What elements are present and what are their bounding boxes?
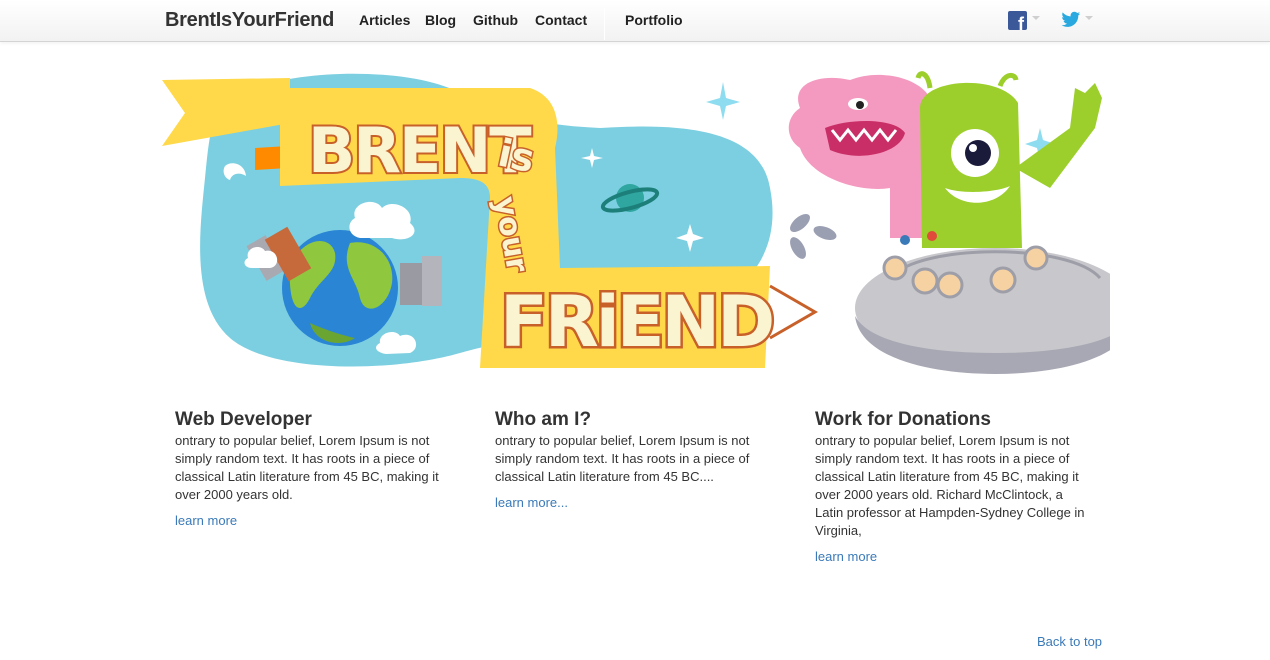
column-text: ontrary to popular belief, Lorem Ipsum i… (175, 433, 439, 502)
sparkle-icon (706, 82, 740, 120)
earth-globe (282, 230, 398, 346)
column-web-developer: Web Developer ontrary to popular belief,… (175, 409, 445, 530)
learn-more-link[interactable]: learn more... (495, 495, 568, 510)
facebook-icon[interactable]: f (1008, 11, 1027, 30)
learn-more-link[interactable]: learn more (175, 513, 237, 528)
column-title: Work for Donations (815, 409, 991, 430)
propeller (790, 214, 837, 259)
brand-logo-link[interactable]: BrentIsYourFriend (165, 9, 334, 32)
ufo-saucer (855, 231, 1110, 374)
facebook-dropdown-caret[interactable] (1032, 16, 1040, 20)
top-navbar: BrentIsYourFriend Articles Blog Github C… (0, 0, 1270, 42)
hero-illustration: BRENT is your FRiEND (162, 71, 1110, 374)
green-alien (915, 71, 1102, 248)
hero-title-brent: BRENT (308, 114, 531, 187)
nav-articles[interactable]: Articles (359, 12, 410, 28)
nav-github[interactable]: Github (473, 12, 518, 28)
column-who-am-i: Who am I? ontrary to popular belief, Lor… (495, 409, 765, 512)
nav-divider (604, 8, 605, 40)
nav-contact[interactable]: Contact (535, 12, 587, 28)
pink-monster (788, 74, 930, 238)
nav-blog[interactable]: Blog (425, 12, 456, 28)
column-title: Who am I? (495, 409, 592, 430)
hero-title-friend: FRiEND (500, 281, 772, 363)
twitter-dropdown-caret[interactable] (1085, 16, 1093, 20)
column-work-for-donations: Work for Donations ontrary to popular be… (815, 409, 1085, 566)
column-text: ontrary to popular belief, Lorem Ipsum i… (495, 433, 750, 484)
column-text: ontrary to popular belief, Lorem Ipsum i… (815, 433, 1085, 538)
twitter-icon[interactable] (1061, 11, 1081, 29)
learn-more-link[interactable]: learn more (815, 549, 877, 564)
nav-portfolio[interactable]: Portfolio (625, 12, 683, 28)
column-title: Web Developer (175, 409, 312, 430)
back-to-top-link[interactable]: Back to top (1037, 634, 1102, 649)
